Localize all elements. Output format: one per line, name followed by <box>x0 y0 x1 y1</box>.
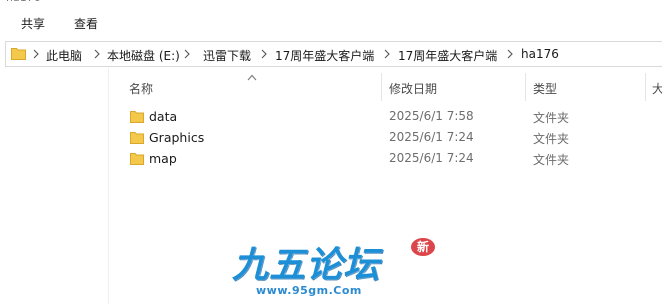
forum-watermark-logo: 九五论坛 新 www.95gm.Com <box>226 234 436 302</box>
column-divider[interactable] <box>525 73 526 101</box>
chevron-right-icon[interactable] <box>93 49 101 59</box>
breadcrumb-client-folder-1[interactable]: 17周年盛大客户端 <box>275 47 374 64</box>
file-modified-date: 2025/6/1 7:24 <box>389 151 474 165</box>
column-header-name[interactable]: 名称 <box>129 80 153 97</box>
column-header-type[interactable]: 类型 <box>533 80 557 97</box>
chevron-right-icon[interactable] <box>32 49 40 59</box>
seal-stamp-icon: 新 <box>411 238 435 256</box>
chevron-right-icon[interactable] <box>260 49 268 59</box>
seal-text: 新 <box>417 239 429 254</box>
folder-icon <box>130 110 144 123</box>
file-type: 文件夹 <box>533 111 570 125</box>
column-divider[interactable] <box>645 73 646 101</box>
file-name: Graphics <box>149 130 205 145</box>
column-header-modified[interactable]: 修改日期 <box>389 80 437 97</box>
pane-divider[interactable] <box>108 68 109 304</box>
breadcrumb-this-pc[interactable]: 此电脑 <box>46 47 82 64</box>
file-name: map <box>149 151 177 166</box>
column-header-size[interactable]: 大 <box>652 80 662 97</box>
navigation-pane[interactable] <box>0 68 108 304</box>
file-row-graphics[interactable]: Graphics 2025/6/1 7:24 文件夹 <box>120 128 650 149</box>
sort-ascending-icon <box>247 70 257 81</box>
ribbon-tab-share[interactable]: 共享 <box>21 15 45 32</box>
breadcrumb-local-disk-e[interactable]: 本地磁盘 (E:) <box>107 47 180 64</box>
breadcrumb-client-folder-2[interactable]: 17周年盛大客户端 <box>398 47 497 64</box>
file-row-map[interactable]: map 2025/6/1 7:24 文件夹 <box>120 149 650 170</box>
file-type: 文件夹 <box>533 132 570 146</box>
file-modified-date: 2025/6/1 7:24 <box>389 130 474 144</box>
window-title-text: ha176 <box>6 0 41 4</box>
column-divider[interactable] <box>381 73 382 101</box>
file-modified-date: 2025/6/1 7:58 <box>389 109 474 123</box>
file-type: 文件夹 <box>533 153 570 167</box>
address-bar[interactable]: 此电脑 本地磁盘 (E:) 迅雷下载 17周年盛大客户端 17周年盛大客户端 h… <box>5 41 662 67</box>
breadcrumb-xunlei-downloads[interactable]: 迅雷下载 <box>203 47 251 64</box>
chevron-right-icon[interactable] <box>506 49 514 59</box>
folder-icon <box>11 47 26 60</box>
file-name: data <box>149 109 178 124</box>
folder-icon <box>130 152 144 165</box>
chevron-right-icon[interactable] <box>183 49 191 59</box>
ribbon-tab-view[interactable]: 查看 <box>74 15 98 32</box>
ribbon: 共享 查看 <box>0 6 662 38</box>
folder-icon <box>130 131 144 144</box>
watermark-logo-text: 九五论坛 <box>232 244 381 286</box>
watermark-url: www.95gm.Com <box>256 284 362 297</box>
breadcrumb-ha176[interactable]: ha176 <box>521 47 559 61</box>
chevron-right-icon[interactable] <box>383 49 391 59</box>
file-row-data[interactable]: data 2025/6/1 7:58 文件夹 <box>120 107 650 128</box>
